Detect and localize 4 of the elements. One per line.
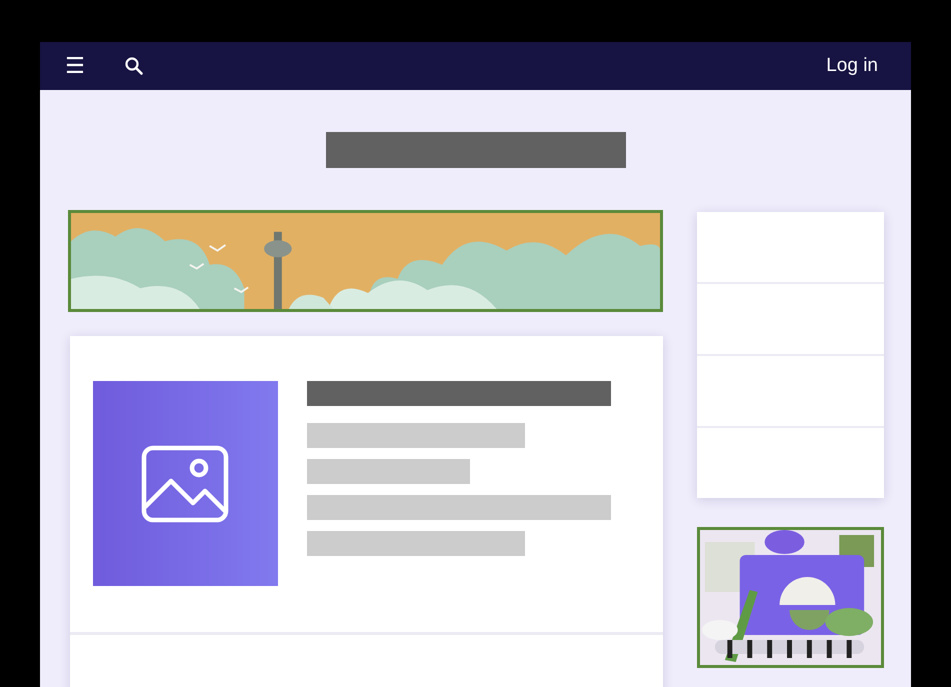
login-link[interactable]: Log in [826, 55, 878, 77]
menu-button[interactable]: ☰ [62, 51, 88, 81]
image-icon [141, 444, 229, 522]
search-icon [124, 56, 144, 76]
